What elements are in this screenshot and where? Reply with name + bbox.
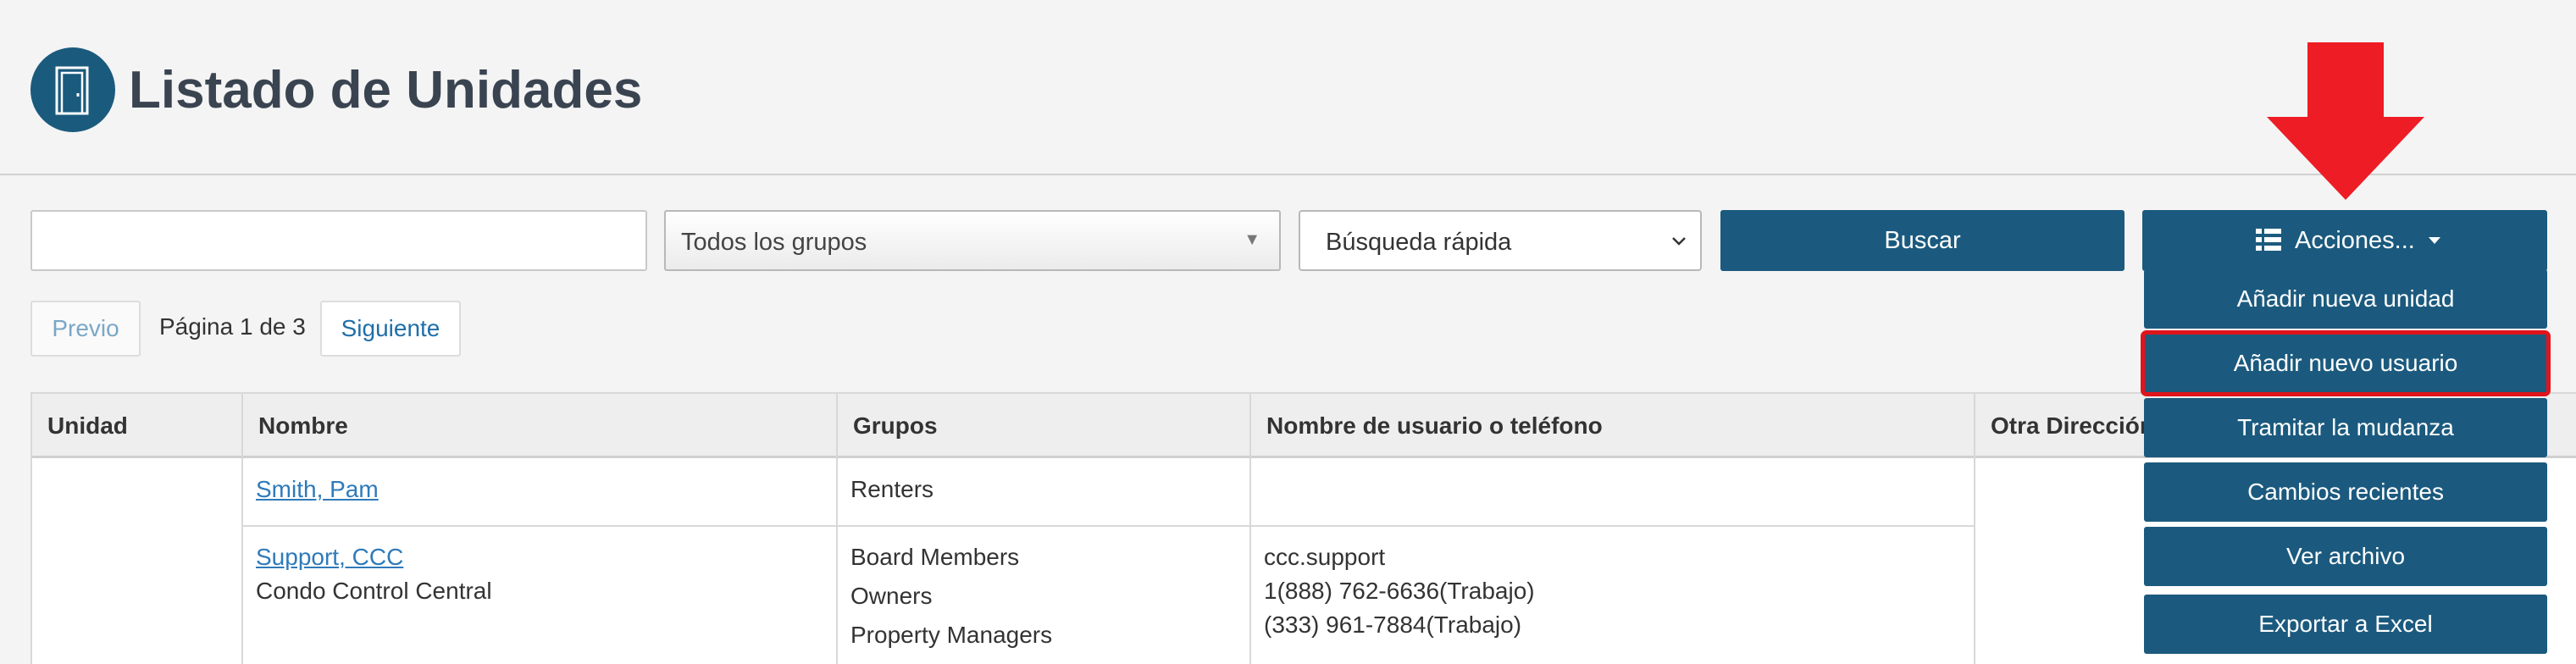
triangle-down-icon: ▼: [1244, 230, 1260, 249]
menu-item-process-move[interactable]: Tramitar la mudanza: [2144, 398, 2547, 457]
column-header-nombre[interactable]: Nombre: [241, 394, 836, 457]
search-input[interactable]: [30, 210, 647, 271]
page-icon: [30, 47, 115, 132]
door-icon: [55, 66, 89, 115]
column-header-grupos[interactable]: Grupos: [836, 394, 1249, 457]
column-header-contacto[interactable]: Nombre de usuario o teléfono: [1249, 394, 1974, 457]
menu-item-add-unit[interactable]: Añadir nueva unidad: [2144, 269, 2547, 329]
group-select[interactable]: Todos los grupos ▼: [664, 210, 1281, 271]
menu-item-add-user[interactable]: Añadir nuevo usuario: [2141, 330, 2551, 396]
user-link-support-ccc[interactable]: Support, CCC: [256, 540, 403, 574]
group-select-value: Todos los grupos: [681, 229, 867, 256]
next-page-button[interactable]: Siguiente: [320, 301, 461, 357]
table-row-divider: [241, 525, 1974, 527]
header-divider: [0, 174, 2576, 175]
row-2-company: Condo Control Central: [256, 578, 492, 604]
user-link-smith-pam[interactable]: Smith, Pam: [256, 473, 379, 506]
menu-item-recent-changes[interactable]: Cambios recientes: [2144, 462, 2547, 522]
page-title: Listado de Unidades: [129, 61, 643, 119]
row-2-phone: (333) 961-7884(Trabajo): [1264, 611, 1522, 638]
table-column-divider: [1974, 392, 1975, 664]
search-button[interactable]: Buscar: [1720, 210, 2125, 271]
table-column-divider: [836, 392, 838, 664]
list-icon: [2256, 229, 2281, 251]
red-arrow-annotation: [2267, 42, 2424, 200]
caret-down-icon: [2429, 237, 2440, 244]
row-2-group: Board Members: [850, 544, 1020, 570]
actions-button[interactable]: Acciones...: [2142, 210, 2547, 271]
quick-search-value: Búsqueda rápida: [1326, 229, 1512, 256]
row-2-phone: 1(888) 762-6636(Trabajo): [1264, 578, 1535, 604]
page-info: Página 1 de 3: [159, 313, 306, 340]
table-column-divider: [1249, 392, 1251, 664]
menu-item-export-excel[interactable]: Exportar a Excel: [2144, 595, 2547, 654]
previous-page-button[interactable]: Previo: [30, 301, 141, 357]
column-header-unidad[interactable]: Unidad: [30, 394, 241, 457]
chevron-down-icon: [1672, 237, 1686, 246]
table-border-left: [30, 392, 32, 664]
actions-button-label: Acciones...: [2295, 227, 2415, 254]
menu-item-view-archive[interactable]: Ver archivo: [2144, 527, 2547, 586]
table-column-divider: [241, 392, 243, 664]
row-2-group: Property Managers: [850, 622, 1053, 648]
row-2-username: ccc.support: [1264, 544, 1386, 570]
row-2-group: Owners: [850, 583, 933, 609]
row-1-group: Renters: [850, 476, 934, 502]
quick-search-select[interactable]: Búsqueda rápida: [1299, 210, 1702, 271]
